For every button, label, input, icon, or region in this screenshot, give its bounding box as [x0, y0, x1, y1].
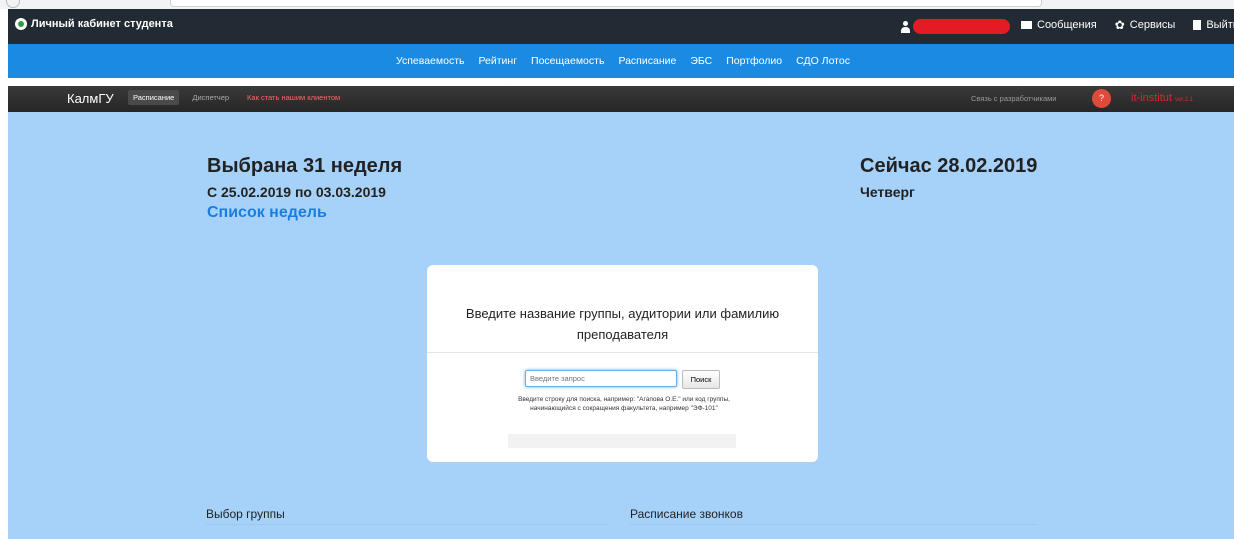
nav-schedule[interactable]: Расписание: [618, 55, 676, 67]
main-content: Выбрана 31 неделя С 25.02.2019 по 03.03.…: [8, 112, 1234, 539]
tab-dispatcher[interactable]: Диспетчер: [187, 90, 234, 105]
top-links: Сообщения ✿ Сервисы Выйти: [1021, 19, 1234, 31]
redacted-username: [913, 19, 1010, 34]
user-icon: [901, 20, 910, 33]
bell-schedule-title: Расписание звонков: [630, 507, 743, 521]
version-label: ver.2.1: [1174, 97, 1193, 103]
contact-developers-link[interactable]: Связь с разработчиками: [971, 94, 1056, 103]
search-hint: Введите строку для поиска, например: "Аг…: [489, 395, 759, 413]
services-link[interactable]: ✿ Сервисы: [1115, 19, 1176, 31]
logo-icon: [15, 18, 27, 30]
messages-label: Сообщения: [1037, 19, 1097, 31]
messages-link[interactable]: Сообщения: [1021, 19, 1097, 31]
nav-lotos[interactable]: СДО Лотос: [796, 55, 850, 67]
divider: [630, 524, 1038, 525]
tab-schedule[interactable]: Расписание: [128, 90, 180, 105]
logout-link[interactable]: Выйти: [1193, 19, 1234, 31]
search-input[interactable]: [525, 370, 677, 387]
current-day: Четверг: [860, 184, 915, 200]
address-bar[interactable]: [170, 0, 1042, 7]
schedule-app-bar: КалмГУ Расписание Диспетчер Как стать на…: [8, 86, 1234, 112]
search-heading: Введите название группы, аудитории или ф…: [427, 303, 818, 345]
top-bar: Личный кабинет студента Сообщения ✿ Серв…: [8, 9, 1234, 44]
selected-week-title: Выбрана 31 неделя: [207, 155, 403, 177]
exit-icon: [1193, 20, 1202, 30]
results-placeholder: [508, 434, 736, 448]
brand-label: Личный кабинет студента: [31, 18, 173, 30]
user-menu[interactable]: [901, 19, 1010, 34]
divider: [427, 352, 818, 353]
nav-rating[interactable]: Рейтинг: [478, 55, 517, 67]
week-date-range: С 25.02.2019 по 03.03.2019: [207, 184, 386, 200]
student-cabinet-brand[interactable]: Личный кабинет студента: [15, 18, 173, 30]
divider: [206, 524, 609, 525]
search-heading-line2: преподавателя: [576, 327, 669, 342]
browser-button[interactable]: [6, 0, 20, 8]
browser-chrome: [0, 0, 1234, 9]
help-button[interactable]: ?: [1092, 89, 1111, 108]
logout-label: Выйти: [1206, 19, 1234, 31]
nav-performance[interactable]: Успеваемость: [396, 55, 464, 67]
nav-portfolio[interactable]: Портфолио: [726, 55, 782, 67]
envelope-icon: [1021, 21, 1032, 29]
services-label: Сервисы: [1129, 19, 1176, 31]
search-hint-line2: начинающийся с сокращения факультета, на…: [530, 405, 718, 412]
it-institut-logo[interactable]: it-institut ver.2.1: [1131, 92, 1193, 104]
search-card: Введите название группы, аудитории или ф…: [427, 265, 818, 462]
search-button[interactable]: Поиск: [682, 370, 720, 389]
gear-icon: ✿: [1114, 18, 1125, 32]
week-list-link[interactable]: Список недель: [207, 204, 327, 222]
tab-become-client[interactable]: Как стать нашим клиентом: [242, 90, 345, 105]
search-hint-line1: Введите строку для поиска, например: "Аг…: [518, 396, 730, 403]
kalmgu-brand[interactable]: КалмГУ: [67, 91, 114, 106]
current-date: Сейчас 28.02.2019: [860, 155, 1038, 177]
nav-attendance[interactable]: Посещаемость: [531, 55, 604, 67]
main-nav: Успеваемость Рейтинг Посещаемость Распис…: [8, 44, 1234, 78]
group-choice-title: Выбор группы: [206, 507, 285, 521]
nav-ebs[interactable]: ЭБС: [690, 55, 712, 67]
it-brand-label: it-institut: [1131, 92, 1172, 104]
search-heading-line1: Введите название группы, аудитории или ф…: [465, 306, 780, 321]
